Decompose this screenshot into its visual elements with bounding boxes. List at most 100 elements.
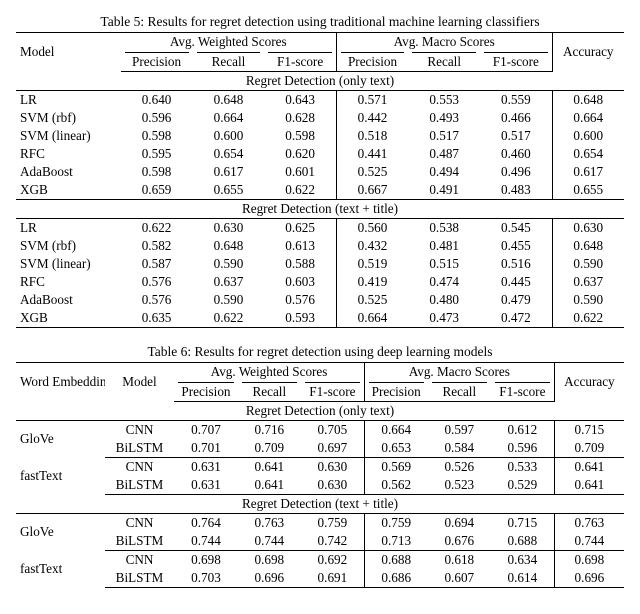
embedding-cell: GloVe [16, 421, 105, 458]
w-prec: 0.631 [174, 458, 237, 477]
m-prec: 0.419 [336, 273, 408, 291]
table6-rows-b: GloVeCNN0.7640.7630.7590.7590.6940.7150.… [16, 514, 624, 588]
col-weighted: Avg. Weighted Scores [121, 33, 337, 52]
w-prec: 0.703 [174, 569, 237, 588]
m-f1: 0.612 [491, 421, 554, 440]
m-rec: 0.553 [408, 91, 480, 110]
m-rec: 0.517 [408, 127, 480, 145]
m-prec: 0.667 [336, 181, 408, 200]
m-rec: 0.597 [428, 421, 491, 440]
w-prec: 0.764 [174, 514, 237, 533]
model-cell: CNN [105, 551, 175, 570]
table6-section-a: Regret Detection (only text) [16, 402, 624, 421]
w-f1: 0.622 [264, 181, 336, 200]
m-f1: 0.715 [491, 514, 554, 533]
model-cell: BiLSTM [105, 439, 175, 458]
m-rec: 0.487 [408, 145, 480, 163]
m-prec: 0.688 [364, 551, 427, 570]
m-rec: 0.493 [408, 109, 480, 127]
m-prec: 0.759 [364, 514, 427, 533]
m-f1: 0.455 [480, 237, 552, 255]
w-prec: 0.576 [121, 291, 193, 309]
m-prec: 0.562 [364, 476, 427, 495]
w-prec: 0.744 [174, 532, 237, 551]
model-cell: AdaBoost [16, 291, 121, 309]
w-f1: 0.588 [264, 255, 336, 273]
m-f1: 0.466 [480, 109, 552, 127]
m-rec: 0.526 [428, 458, 491, 477]
m-prec: 0.442 [336, 109, 408, 127]
col-accuracy6: Accuracy [554, 363, 624, 402]
w-f1: 0.705 [301, 421, 364, 440]
m-f1: 0.517 [480, 127, 552, 145]
w-f1: 0.630 [301, 476, 364, 495]
w-rec: 0.763 [238, 514, 301, 533]
col-model: Model [16, 33, 121, 72]
m-f1: 0.529 [491, 476, 554, 495]
w-rec: 0.696 [238, 569, 301, 588]
m-f1: 0.533 [491, 458, 554, 477]
w-f1: 0.697 [301, 439, 364, 458]
w-rec: 0.648 [193, 237, 265, 255]
model-cell: CNN [105, 514, 175, 533]
m-rec: 0.491 [408, 181, 480, 200]
model-cell: LR [16, 91, 121, 110]
model-cell: SVM (linear) [16, 255, 121, 273]
w-f1: 0.691 [301, 569, 364, 588]
acc: 0.641 [554, 476, 624, 495]
acc: 0.648 [552, 91, 624, 110]
w-prec: 0.707 [174, 421, 237, 440]
model-cell: BiLSTM [105, 569, 175, 588]
acc: 0.709 [554, 439, 624, 458]
m-f1: 0.483 [480, 181, 552, 200]
model-cell: CNN [105, 421, 175, 440]
w-prec: 0.698 [174, 551, 237, 570]
w-rec: 0.637 [193, 273, 265, 291]
m-f1: 0.516 [480, 255, 552, 273]
w-f1: 0.593 [264, 309, 336, 328]
w-f1: 0.742 [301, 532, 364, 551]
table6-caption: Table 6: Results for regret detection us… [16, 344, 624, 360]
m-rec: 0.480 [408, 291, 480, 309]
w-prec: 0.598 [121, 163, 193, 181]
w-rec: 0.630 [193, 219, 265, 238]
w-prec: 0.659 [121, 181, 193, 200]
col-w-rec: Recall [193, 51, 265, 72]
w-prec: 0.622 [121, 219, 193, 238]
m-rec: 0.584 [428, 439, 491, 458]
model-cell: RFC [16, 145, 121, 163]
m-prec: 0.441 [336, 145, 408, 163]
col-macro6: Avg. Macro Scores [364, 363, 554, 382]
model-cell: CNN [105, 458, 175, 477]
embedding-cell: fastText [16, 551, 105, 588]
w-rec: 0.654 [193, 145, 265, 163]
acc: 0.763 [554, 514, 624, 533]
col-macro: Avg. Macro Scores [336, 33, 552, 52]
col6-w-rec: Recall [238, 381, 301, 402]
w-rec: 0.590 [193, 255, 265, 273]
col-accuracy: Accuracy [552, 33, 624, 72]
m-prec: 0.664 [336, 309, 408, 328]
w-prec: 0.596 [121, 109, 193, 127]
w-f1: 0.598 [264, 127, 336, 145]
acc: 0.590 [552, 291, 624, 309]
model-cell: AdaBoost [16, 163, 121, 181]
m-f1: 0.688 [491, 532, 554, 551]
model-cell: SVM (rbf) [16, 237, 121, 255]
m-prec: 0.560 [336, 219, 408, 238]
m-rec: 0.515 [408, 255, 480, 273]
table5-rows-b: LR0.6220.6300.6250.5600.5380.5450.630SVM… [16, 219, 624, 328]
m-rec: 0.474 [408, 273, 480, 291]
table6-section-b: Regret Detection (text + title) [16, 495, 624, 514]
acc: 0.744 [554, 532, 624, 551]
col6-m-rec: Recall [428, 381, 491, 402]
model-cell: BiLSTM [105, 476, 175, 495]
col-model6: Model [105, 363, 175, 402]
m-rec: 0.676 [428, 532, 491, 551]
acc: 0.698 [554, 551, 624, 570]
m-rec: 0.618 [428, 551, 491, 570]
model-cell: SVM (rbf) [16, 109, 121, 127]
table5-caption: Table 5: Results for regret detection us… [16, 14, 624, 30]
table5-rows-a: LR0.6400.6480.6430.5710.5530.5590.648SVM… [16, 91, 624, 200]
acc: 0.664 [552, 109, 624, 127]
